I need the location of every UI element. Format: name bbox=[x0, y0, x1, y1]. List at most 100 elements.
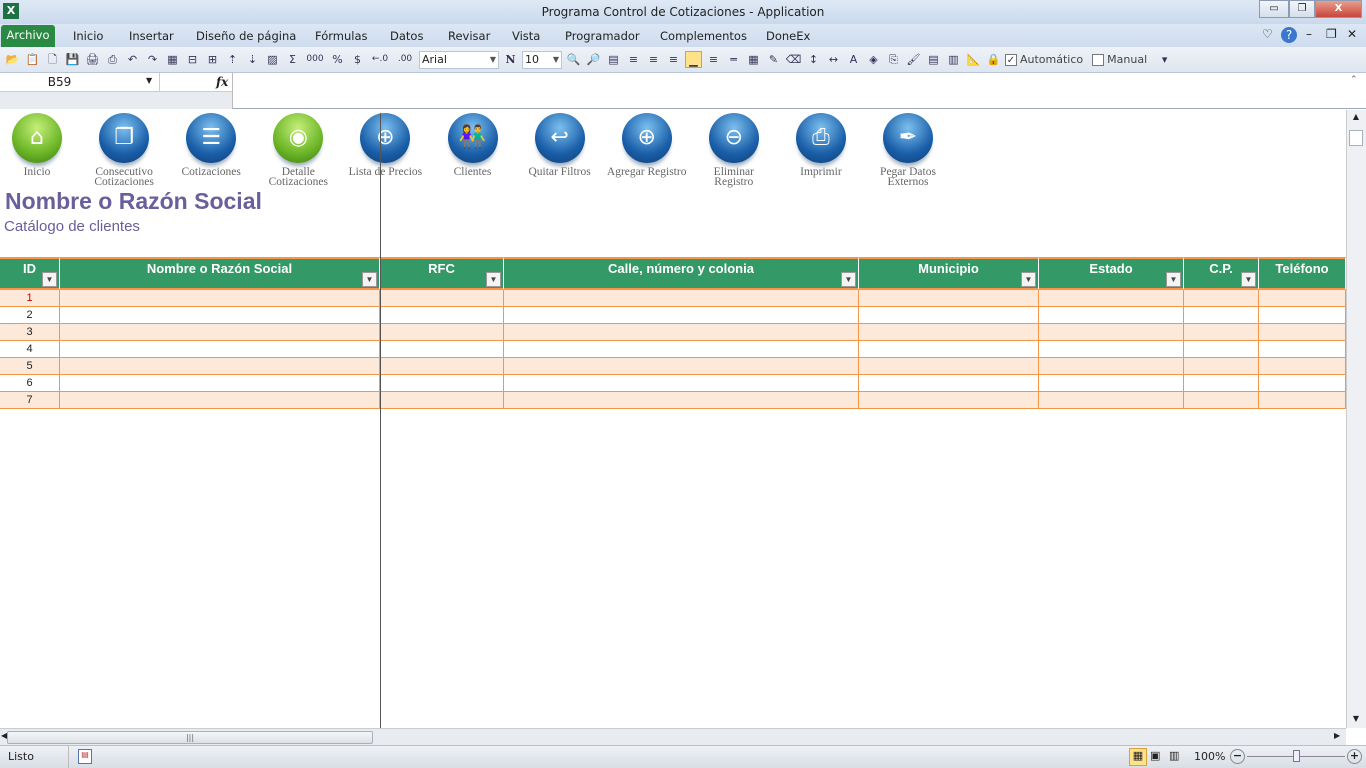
toolbar-icon[interactable]: ↶ bbox=[124, 51, 141, 68]
table-cell[interactable] bbox=[859, 358, 1039, 375]
minimize-ribbon-icon[interactable]: – bbox=[1306, 27, 1312, 41]
filter-dropdown-button[interactable]: ▼ bbox=[1021, 272, 1036, 287]
table-cell[interactable] bbox=[1039, 307, 1184, 324]
table-cell[interactable] bbox=[60, 324, 380, 341]
minimize-button[interactable]: ▭ bbox=[1259, 0, 1289, 18]
tab-programador[interactable]: Programador bbox=[565, 29, 640, 43]
toolbar-icon[interactable]: 🖨 bbox=[84, 51, 101, 68]
toolbar-icon[interactable]: Σ bbox=[284, 51, 301, 68]
zoom-level[interactable]: 100% bbox=[1194, 750, 1225, 763]
toolbar-icon[interactable]: ≡ bbox=[625, 51, 642, 68]
macro-record-icon[interactable]: ▤ bbox=[78, 749, 92, 764]
table-cell[interactable] bbox=[380, 307, 504, 324]
tab-revisar[interactable]: Revisar bbox=[448, 29, 490, 43]
toolbar-icon[interactable]: ≡ bbox=[665, 51, 682, 68]
close-workbook-icon[interactable]: ✕ bbox=[1347, 27, 1357, 41]
toolbar-icon[interactable]: ▤ bbox=[925, 51, 942, 68]
nav-button-agregar-registro[interactable]: ⊕ Agregar Registro bbox=[607, 113, 687, 178]
table-cell[interactable] bbox=[60, 341, 380, 358]
row-id-cell[interactable]: 1 bbox=[0, 290, 60, 307]
table-cell[interactable] bbox=[504, 324, 859, 341]
table-cell[interactable] bbox=[504, 375, 859, 392]
scroll-down-icon[interactable]: ▼ bbox=[1348, 714, 1364, 726]
toolbar-icon[interactable]: ⇣ bbox=[244, 51, 261, 68]
tab-archivo[interactable]: Archivo bbox=[1, 25, 55, 47]
help-icon[interactable]: ? bbox=[1281, 27, 1297, 43]
row-id-cell[interactable]: 5 bbox=[0, 358, 60, 375]
table-cell[interactable] bbox=[1039, 358, 1184, 375]
customize-toolbar-icon[interactable]: ▾ bbox=[1156, 51, 1173, 68]
nav-button-lista-de-precios[interactable]: ⊕ Lista de Precios bbox=[345, 113, 425, 178]
tab-diseño-de-página[interactable]: Diseño de página bbox=[196, 29, 296, 43]
expand-formula-bar-icon[interactable]: ⌃ bbox=[1350, 75, 1358, 85]
table-cell[interactable] bbox=[1259, 375, 1346, 392]
table-cell[interactable] bbox=[859, 307, 1039, 324]
toolbar-icon[interactable]: 📋 bbox=[24, 51, 41, 68]
table-cell[interactable] bbox=[1259, 307, 1346, 324]
filter-dropdown-button[interactable]: ▼ bbox=[362, 272, 377, 287]
nav-button-consecutivo-cotizaciones[interactable]: ❐ Consecutivo Cotizaciones bbox=[84, 113, 164, 188]
toolbar-icon[interactable]: ≡ bbox=[705, 51, 722, 68]
toolbar-icon[interactable]: ↕ bbox=[805, 51, 822, 68]
table-cell[interactable] bbox=[380, 341, 504, 358]
toolbar-icon[interactable]: ▤ bbox=[605, 51, 622, 68]
table-cell[interactable] bbox=[1184, 341, 1259, 358]
table-cell[interactable] bbox=[1039, 324, 1184, 341]
toolbar-icon[interactable]: ↔ bbox=[825, 51, 842, 68]
zoom-in-button[interactable]: + bbox=[1347, 749, 1362, 764]
toolbar-icon[interactable]: ≡ bbox=[645, 51, 662, 68]
toolbar-icon[interactable]: ▦ bbox=[745, 51, 762, 68]
nav-button-inicio[interactable]: ⌂ Inicio bbox=[0, 113, 77, 178]
scroll-thumb[interactable] bbox=[1349, 130, 1363, 146]
row-id-cell[interactable]: 2 bbox=[0, 307, 60, 324]
toolbar-icon[interactable]: ⇡ bbox=[224, 51, 241, 68]
table-cell[interactable] bbox=[380, 290, 504, 307]
filter-dropdown-button[interactable]: ▼ bbox=[841, 272, 856, 287]
toolbar-icon[interactable]: % bbox=[329, 51, 346, 68]
toolbar-icon[interactable]: ⎘ bbox=[885, 51, 902, 68]
zoom-out-button[interactable]: − bbox=[1230, 749, 1245, 764]
toolbar-icon[interactable]: 🗋 bbox=[44, 51, 61, 68]
close-button[interactable]: X bbox=[1315, 0, 1362, 18]
toolbar-icon[interactable]: ⊟ bbox=[184, 51, 201, 68]
toolbar-icon[interactable]: ▦ bbox=[164, 51, 181, 68]
table-cell[interactable] bbox=[60, 307, 380, 324]
row-id-cell[interactable]: 7 bbox=[0, 392, 60, 409]
row-id-cell[interactable]: 6 bbox=[0, 375, 60, 392]
table-cell[interactable] bbox=[504, 358, 859, 375]
tab-doneex[interactable]: DoneEx bbox=[766, 29, 810, 43]
filter-dropdown-button[interactable]: ▼ bbox=[486, 272, 501, 287]
nav-button-quitar-filtros[interactable]: ↩ Quitar Filtros bbox=[520, 113, 600, 178]
tab-complementos[interactable]: Complementos bbox=[660, 29, 747, 43]
table-cell[interactable] bbox=[504, 392, 859, 409]
table-cell[interactable] bbox=[1259, 392, 1346, 409]
toolbar-icon[interactable]: ▥ bbox=[945, 51, 962, 68]
table-cell[interactable] bbox=[1184, 392, 1259, 409]
table-cell[interactable] bbox=[1184, 324, 1259, 341]
scroll-right-icon[interactable]: ▶ bbox=[1334, 731, 1340, 740]
toolbar-icon[interactable]: 📐 bbox=[965, 51, 982, 68]
table-cell[interactable] bbox=[859, 375, 1039, 392]
table-cell[interactable] bbox=[60, 358, 380, 375]
page-layout-view-icon[interactable]: ▣ bbox=[1150, 749, 1160, 762]
table-cell[interactable] bbox=[1039, 392, 1184, 409]
table-cell[interactable] bbox=[1184, 290, 1259, 307]
scroll-thumb[interactable]: ||| bbox=[7, 731, 373, 744]
table-cell[interactable] bbox=[1259, 290, 1346, 307]
table-cell[interactable] bbox=[1039, 290, 1184, 307]
toolbar-icon[interactable]: 000 bbox=[304, 51, 326, 68]
bold-button[interactable]: N bbox=[502, 51, 519, 68]
tab-datos[interactable]: Datos bbox=[390, 29, 423, 43]
table-cell[interactable] bbox=[504, 341, 859, 358]
normal-view-icon[interactable]: ▦ bbox=[1129, 748, 1147, 766]
name-box[interactable]: B59 bbox=[0, 73, 160, 91]
nav-button-imprimir[interactable]: ⎙ Imprimir bbox=[781, 113, 861, 178]
nav-button-clientes[interactable]: 👫 Clientes bbox=[433, 113, 513, 178]
nav-button-pegar-datos-externos[interactable]: ✒ Pegar Datos Externos bbox=[868, 113, 948, 188]
filter-dropdown-button[interactable]: ▼ bbox=[1241, 272, 1256, 287]
toolbar-icon[interactable]: 🔎 bbox=[585, 51, 602, 68]
table-cell[interactable] bbox=[504, 307, 859, 324]
tab-fórmulas[interactable]: Fórmulas bbox=[315, 29, 368, 43]
table-cell[interactable] bbox=[60, 375, 380, 392]
zoom-slider-thumb[interactable] bbox=[1293, 750, 1300, 762]
